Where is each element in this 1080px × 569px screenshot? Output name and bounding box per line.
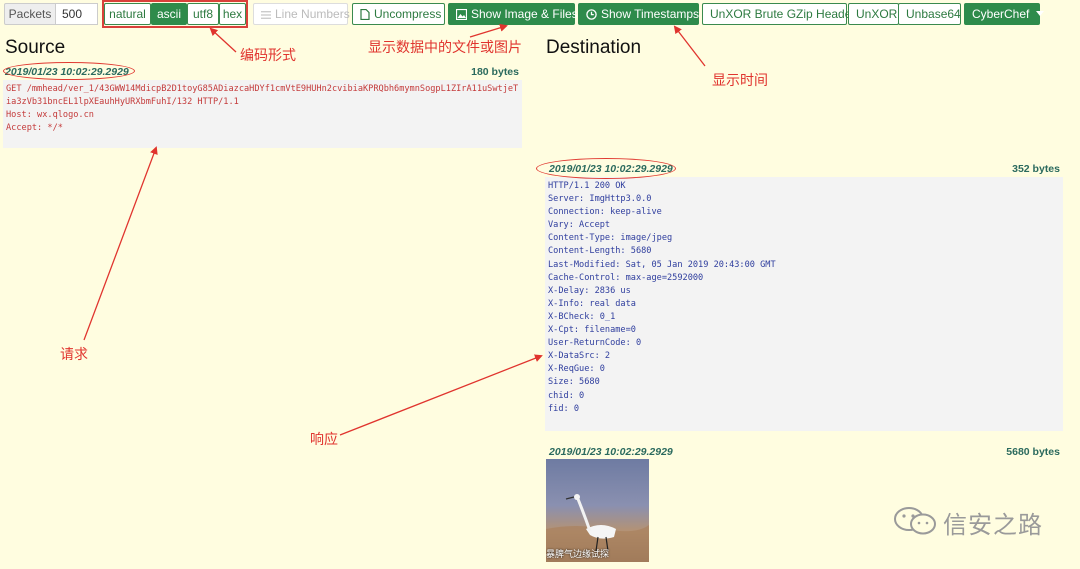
- show-image-files-button[interactable]: Show Image & Files: [448, 3, 578, 25]
- line-numbers-label: Line Numbers: [275, 7, 350, 21]
- caret-down-icon: [1035, 11, 1044, 16]
- cyberchef-dropdown[interactable]: CyberChef: [964, 3, 1044, 25]
- unxor-brute-button[interactable]: UnXOR Brute GZip Header: [702, 3, 855, 25]
- file-icon: [360, 8, 370, 21]
- image-packet-header: 2019/01/23 10:02:29.2929 5680 bytes: [549, 446, 1060, 460]
- unbase64-button[interactable]: Unbase64: [898, 3, 961, 25]
- time-arrow: [673, 25, 706, 67]
- unxor-button[interactable]: UnXOR: [848, 3, 899, 25]
- encoding-annotation: 编码形式: [240, 48, 296, 64]
- line-numbers-button[interactable]: Line Numbers: [253, 3, 350, 25]
- source-title: Source: [5, 37, 66, 58]
- cyberchef-label: CyberChef: [972, 7, 1030, 21]
- watermark-text: 信安之路: [943, 511, 1043, 539]
- destination-timestamp-highlight: [536, 158, 676, 179]
- uncompress-label: Uncompress: [374, 7, 442, 21]
- destination-bytes: 352 bytes: [1012, 163, 1060, 175]
- image-timestamp: 2019/01/23 10:02:29.2929: [549, 446, 673, 458]
- files-images-annotation: 显示数据中的文件或图片: [368, 40, 522, 56]
- destination-title: Destination: [546, 37, 642, 58]
- uncompress-button[interactable]: Uncompress: [352, 3, 445, 25]
- response-arrow: [339, 354, 543, 436]
- request-annotation: 请求: [60, 347, 88, 363]
- response-payload: HTTP/1.1 200 OK Server: ImgHttp3.0.0 Con…: [545, 177, 1063, 431]
- image-caption: 暴脾气边缘试探: [546, 550, 610, 560]
- extracted-image[interactable]: 暴脾气边缘试探: [546, 459, 649, 562]
- encoding-highlight-box: [102, 0, 248, 28]
- list-icon: [261, 11, 271, 19]
- request-arrow: [83, 146, 158, 341]
- image-bytes: 5680 bytes: [1006, 446, 1060, 458]
- packets-label: Packets: [4, 3, 56, 25]
- image-icon: [455, 8, 468, 21]
- source-timestamp-highlight: [3, 62, 135, 80]
- encoding-arrow: [209, 27, 237, 53]
- response-annotation: 响应: [310, 432, 338, 448]
- packets-input[interactable]: 500: [56, 3, 98, 25]
- time-annotation: 显示时间: [712, 73, 768, 89]
- show-timestamps-button[interactable]: Show Timestamps: [578, 3, 699, 25]
- files-images-arrow: [469, 23, 508, 38]
- show-timestamps-label: Show Timestamps: [601, 7, 700, 21]
- wechat-icon: [894, 507, 936, 535]
- show-image-files-label: Show Image & Files: [471, 7, 578, 21]
- source-bytes: 180 bytes: [471, 66, 519, 78]
- clock-icon: [586, 9, 597, 20]
- request-payload: GET /mmhead/ver_1/43GWW14MdicpB2D1toyG85…: [3, 80, 522, 148]
